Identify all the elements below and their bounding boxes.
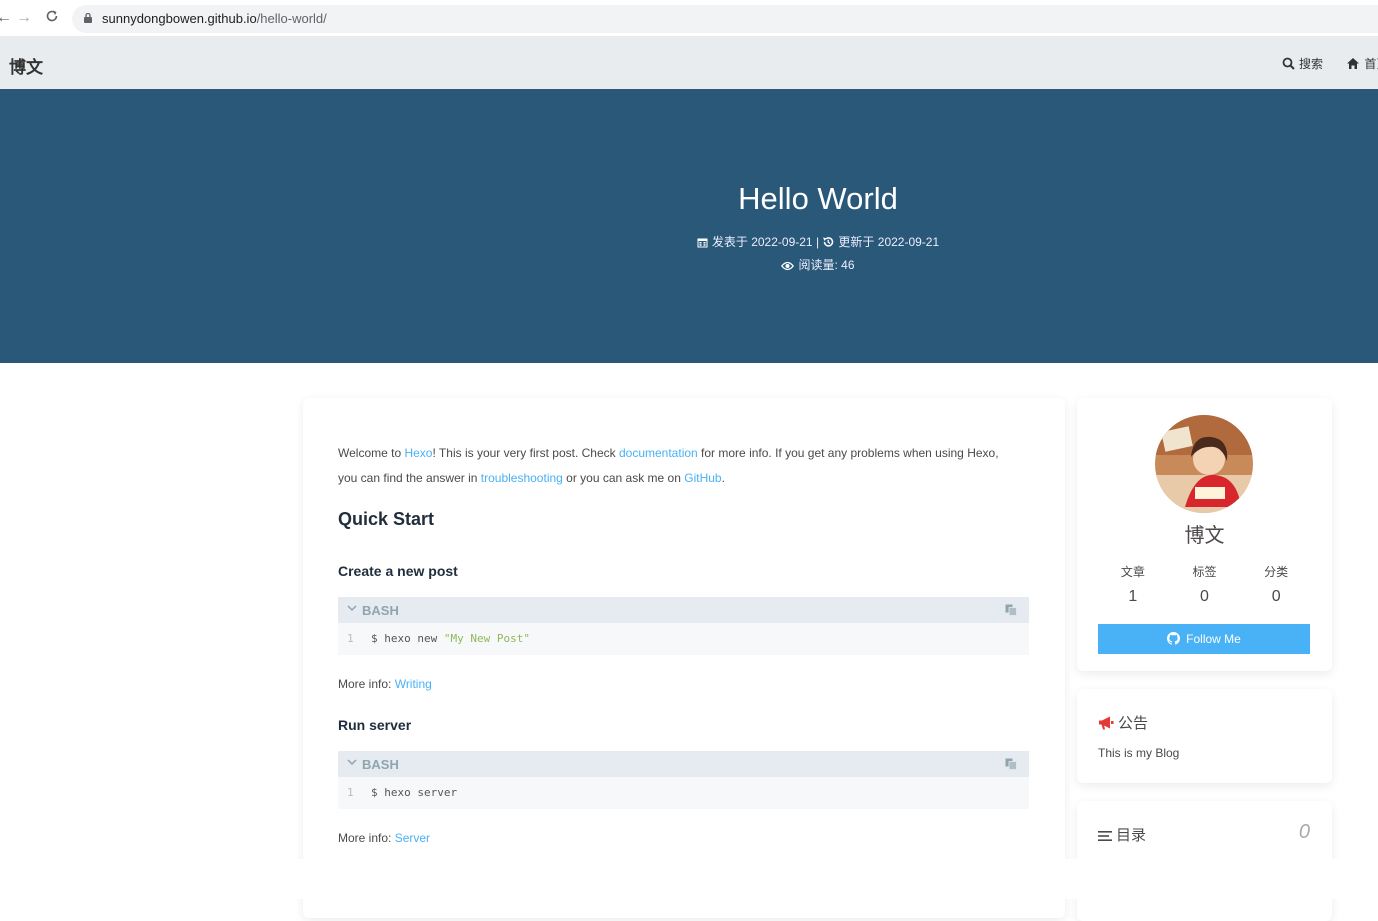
nav-home-label: 首页 bbox=[1364, 57, 1378, 71]
lock-icon bbox=[84, 13, 92, 23]
nav-menu: 搜索 首页 bbox=[1282, 55, 1378, 73]
site-brand[interactable]: 博文 bbox=[9, 53, 43, 78]
address-bar[interactable]: sunnydongbowen.github.io/hello-world/ bbox=[72, 5, 1378, 33]
announcement-title: 公告 bbox=[1118, 715, 1149, 732]
more-info-writing: More info: Writing bbox=[338, 677, 432, 691]
chevron-down-icon[interactable] bbox=[347, 759, 357, 766]
nav-search-label: 搜索 bbox=[1299, 57, 1324, 71]
stat-label: 分类 bbox=[1264, 565, 1289, 579]
post-header: Hello World 发表于 2022-09-21 | 更新于 2022-09… bbox=[0, 89, 1378, 363]
browser-toolbar: ← → sunnydongbowen.github.io/hello-world… bbox=[0, 0, 1378, 36]
published-date: 2022-09-21 bbox=[751, 235, 813, 249]
stat-articles[interactable]: 文章 1 bbox=[1097, 563, 1169, 606]
link-github[interactable]: GitHub bbox=[684, 471, 721, 485]
code-line: 1 $ hexo new "My New Post" bbox=[338, 623, 1029, 655]
stat-categories[interactable]: 分类 0 bbox=[1240, 563, 1312, 606]
stat-label: 标签 bbox=[1192, 565, 1217, 579]
page-bottom-edge bbox=[0, 859, 1378, 899]
url-text: sunnydongbowen.github.io/hello-world/ bbox=[102, 11, 327, 26]
toc-progress: 0 bbox=[1298, 821, 1310, 843]
list-icon bbox=[1098, 831, 1112, 841]
link-troubleshooting[interactable]: troubleshooting bbox=[481, 471, 563, 485]
follow-me-button[interactable]: Follow Me bbox=[1098, 624, 1310, 654]
calendar-icon bbox=[697, 238, 708, 248]
copy-icon[interactable] bbox=[1005, 758, 1017, 770]
code-line: 1 $ hexo server bbox=[338, 777, 1029, 809]
reload-icon[interactable] bbox=[45, 9, 59, 28]
stat-label: 文章 bbox=[1120, 565, 1145, 579]
forward-arrow-icon[interactable]: → bbox=[16, 9, 32, 27]
stat-value: 0 bbox=[1200, 588, 1209, 605]
code-text: $ hexo server bbox=[371, 786, 458, 799]
toc-title: 目录 bbox=[1116, 827, 1147, 844]
home-icon bbox=[1347, 58, 1360, 69]
announcement-card: 公告 This is my Blog bbox=[1077, 689, 1332, 783]
link-documentation[interactable]: documentation bbox=[619, 446, 698, 460]
code-block: BASH 1 $ hexo new "My New Post" bbox=[338, 597, 1029, 655]
link-hexo[interactable]: Hexo bbox=[404, 446, 432, 460]
stat-value: 1 bbox=[1128, 588, 1138, 605]
more-info-server: More info: Server bbox=[338, 831, 431, 845]
announcement-body: This is my Blog bbox=[1098, 746, 1180, 760]
site-navbar: 博文 搜索 首页 bbox=[0, 36, 1378, 89]
post-meta-views: 阅读量: 46 bbox=[0, 256, 1378, 273]
code-language: BASH bbox=[362, 757, 399, 772]
views-count: 46 bbox=[841, 258, 855, 272]
back-arrow-icon[interactable]: ← bbox=[0, 9, 12, 27]
author-name: 博文 bbox=[1184, 525, 1225, 547]
heading-quick-start: Quick Start bbox=[338, 509, 435, 529]
heading-run-server: Run server bbox=[338, 717, 412, 733]
bullhorn-icon bbox=[1099, 716, 1114, 730]
follow-me-label: Follow Me bbox=[1186, 632, 1241, 646]
nav-home[interactable]: 首页 bbox=[1346, 55, 1378, 72]
published-label: 发表于 bbox=[711, 235, 748, 249]
meta-separator: | bbox=[815, 235, 820, 249]
eye-icon bbox=[781, 261, 795, 271]
announcement-heading: 公告 bbox=[1098, 712, 1148, 733]
stat-tags[interactable]: 标签 0 bbox=[1169, 563, 1241, 606]
link-writing[interactable]: Writing bbox=[395, 677, 432, 691]
updated-date: 2022-09-21 bbox=[877, 235, 940, 249]
intro-paragraph: Welcome to Hexo! This is your very first… bbox=[338, 446, 999, 485]
code-text: $ hexo new "My New Post" bbox=[371, 632, 530, 645]
code-header[interactable]: BASH bbox=[338, 751, 1029, 777]
stat-value: 0 bbox=[1271, 588, 1281, 605]
heading-create-post: Create a new post bbox=[338, 563, 458, 579]
code-block: BASH 1 $ hexo server bbox=[338, 751, 1029, 809]
line-number: 1 bbox=[347, 632, 354, 645]
post-content: Welcome to Hexo! This is your very first… bbox=[303, 398, 1065, 918]
code-language: BASH bbox=[362, 603, 399, 618]
post-title: Hello World bbox=[738, 181, 898, 216]
avatar bbox=[1155, 415, 1253, 513]
nav-search[interactable]: 搜索 bbox=[1282, 55, 1333, 72]
history-icon bbox=[823, 237, 834, 247]
line-number: 1 bbox=[347, 786, 354, 799]
author-stats: 文章 1 标签 0 分类 0 bbox=[1097, 563, 1312, 606]
copy-icon[interactable] bbox=[1005, 604, 1017, 616]
author-card: 博文 文章 1 标签 0 分类 0 Follow Me bbox=[1077, 398, 1332, 671]
chevron-down-icon[interactable] bbox=[347, 605, 357, 612]
updated-label: 更新于 bbox=[838, 235, 875, 249]
link-server[interactable]: Server bbox=[395, 831, 430, 845]
toc-heading: 目录 bbox=[1098, 824, 1146, 845]
github-icon bbox=[1167, 632, 1181, 645]
code-header[interactable]: BASH bbox=[338, 597, 1029, 623]
post-meta-dates: 发表于 2022-09-21 | 更新于 2022-09-21 bbox=[0, 233, 1378, 250]
views-label: 阅读量: bbox=[798, 258, 838, 272]
search-icon bbox=[1282, 57, 1295, 70]
